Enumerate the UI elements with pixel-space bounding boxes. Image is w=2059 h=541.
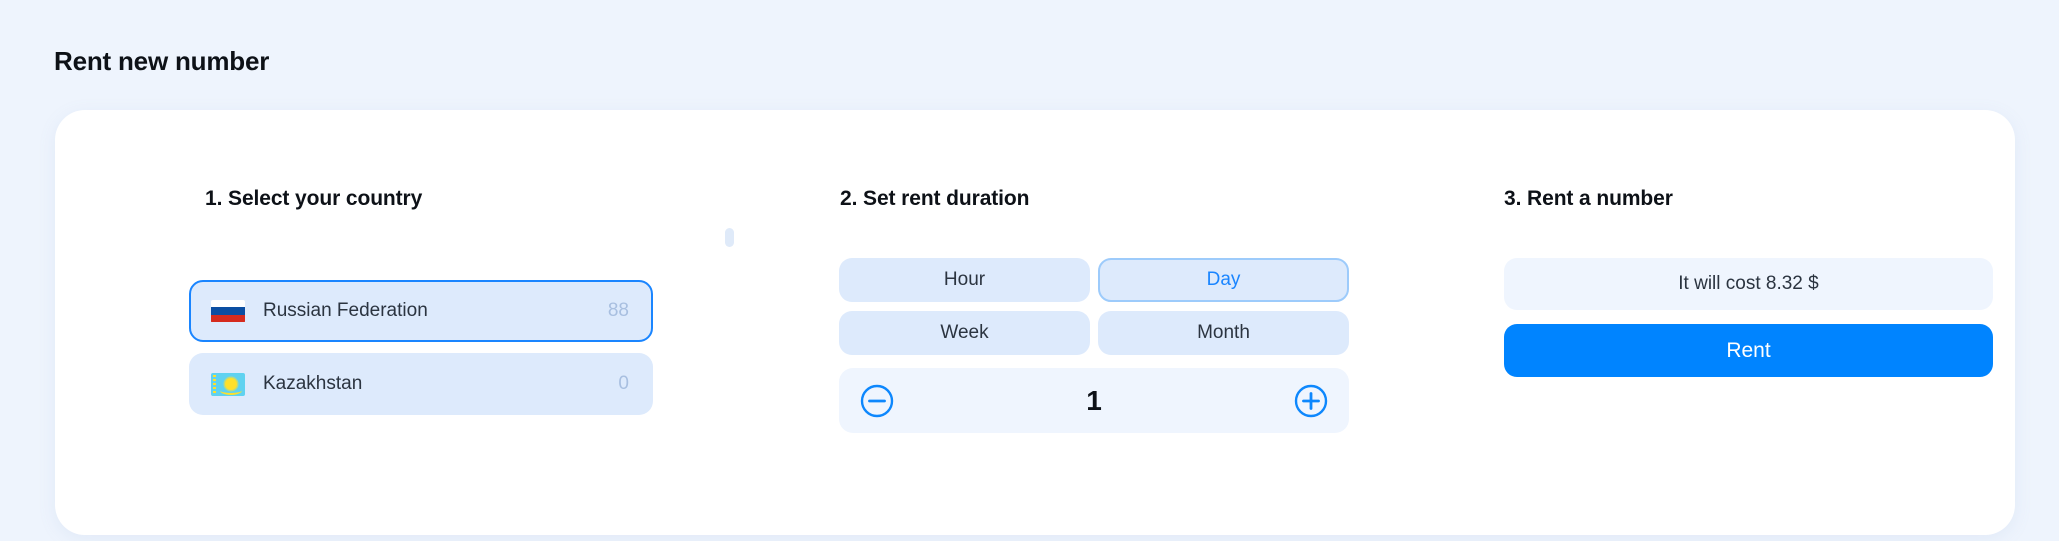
duration-stepper: 1 — [839, 368, 1349, 433]
country-name: Kazakhstan — [263, 373, 363, 394]
rent-button[interactable]: Rent — [1504, 324, 1993, 377]
step-1-heading: 1. Select your country — [205, 187, 423, 210]
step-set-duration: 2. Set rent duration Hour Day Week Month… — [784, 110, 1349, 535]
step-2-heading: 2. Set rent duration — [840, 187, 1030, 210]
country-option-kazakhstan[interactable]: Kazakhstan 0 — [189, 353, 653, 415]
duration-option-hour[interactable]: Hour — [839, 258, 1090, 302]
country-list[interactable]: Russian Federation 88 Kazakhstan 0 — [189, 280, 665, 460]
flag-kz-icon — [211, 372, 245, 396]
plus-circle-icon[interactable] — [1293, 383, 1329, 419]
country-name: Russian Federation — [263, 300, 428, 321]
flag-ru-icon — [211, 299, 245, 323]
rent-number-page: Rent new number 1. Select your country R… — [0, 0, 2059, 541]
step-rent-number: 3. Rent a number It will cost 8.32 $ Ren… — [1448, 110, 1993, 535]
minus-circle-icon[interactable] — [859, 383, 895, 419]
duration-value: 1 — [1086, 384, 1102, 416]
duration-option-month[interactable]: Month — [1098, 311, 1349, 355]
country-option-russian-federation[interactable]: Russian Federation 88 — [189, 280, 653, 342]
page-title: Rent new number — [54, 46, 270, 76]
step-3-heading: 3. Rent a number — [1504, 187, 1673, 210]
country-count: 88 — [607, 300, 629, 321]
duration-option-week[interactable]: Week — [839, 311, 1090, 355]
step-select-country: 1. Select your country Russian Federatio… — [150, 110, 734, 535]
rent-card: 1. Select your country Russian Federatio… — [55, 110, 2015, 535]
duration-option-day[interactable]: Day — [1098, 258, 1349, 302]
cost-display: It will cost 8.32 $ — [1504, 258, 1993, 310]
country-count: 0 — [618, 373, 629, 394]
country-list-scrollbar[interactable] — [725, 228, 734, 247]
